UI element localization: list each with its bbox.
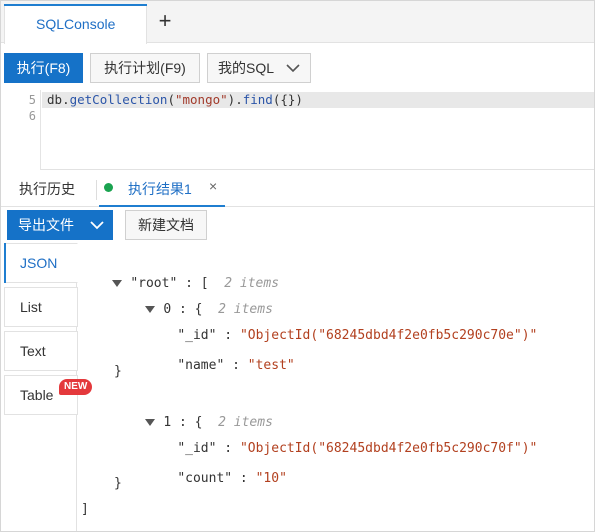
chevron-down-icon	[90, 220, 104, 230]
result-tab-bar: 执行历史 执行结果1 ×	[1, 171, 594, 207]
code-dot: .	[62, 92, 70, 107]
new-document-button[interactable]: 新建文档	[125, 210, 207, 240]
field-separator: :	[232, 471, 256, 486]
code-string: "mongo"	[174, 92, 228, 107]
sql-toolbar: 执行(F8) 执行计划(F9) 我的SQL	[1, 44, 594, 90]
code-function: find	[242, 92, 273, 107]
code-braces: {}	[280, 92, 296, 107]
tab-json-view[interactable]: JSON	[4, 243, 78, 283]
tab-execution-history[interactable]: 执行历史	[19, 179, 75, 199]
execution-plan-button[interactable]: 执行计划(F9)	[90, 53, 200, 83]
view-label: JSON	[20, 255, 58, 271]
tab-table-view[interactable]: Table NEW	[4, 375, 93, 415]
status-dot-icon	[104, 183, 113, 192]
field-value: "10"	[255, 471, 287, 486]
root-close-bracket: ]	[81, 502, 89, 517]
field-separator: :	[224, 358, 248, 373]
tree-node-root[interactable]: "root" : [ 2 items	[81, 254, 279, 291]
line-number: 6	[28, 109, 36, 123]
tree-field[interactable]: "_id" : "ObjectId("68245dbd4f2e0fb5c290c…	[146, 306, 537, 343]
view-label: Table	[20, 387, 54, 403]
code-paren: )	[295, 92, 303, 107]
tree-node-item[interactable]: 0 : { 2 items	[114, 280, 273, 317]
line-number-gutter: 5 6	[1, 90, 41, 170]
tab-list-view[interactable]: List	[4, 287, 78, 327]
chevron-down-icon	[286, 63, 300, 73]
view-label: Text	[20, 343, 46, 359]
node-close-bracket: }	[114, 476, 122, 491]
tree-field[interactable]: "name" : "test"	[146, 336, 294, 373]
tree-field[interactable]: "count" : "10"	[146, 449, 287, 486]
view-label: List	[20, 299, 42, 315]
tab-execution-result[interactable]: 执行结果1 ×	[99, 171, 225, 207]
tree-node-item[interactable]: 1 : { 2 items	[114, 393, 273, 430]
result-toolbar: 导出文件 新建文档	[1, 207, 594, 243]
my-sql-dropdown[interactable]: 我的SQL	[207, 53, 311, 83]
result-tab-label: 执行结果1	[128, 181, 192, 197]
code-editor[interactable]: 5 6 db.getCollection("mongo").find({})	[1, 90, 594, 170]
view-mode-tabs: JSON List Text Table NEW	[1, 243, 93, 531]
field-key: "name"	[177, 358, 225, 373]
field-value: "test"	[247, 358, 295, 373]
active-view-indicator	[4, 243, 6, 283]
code-function: getCollection	[69, 92, 168, 107]
code-dot: .	[235, 92, 243, 107]
tab-sqlconsole[interactable]: SQLConsole	[4, 4, 147, 44]
code-paren: (	[167, 92, 175, 107]
export-file-dropdown[interactable]: 导出文件	[7, 210, 113, 240]
code-object: db	[47, 92, 63, 107]
tree-field[interactable]: "_id" : "ObjectId("68245dbd4f2e0fb5c290c…	[146, 419, 537, 456]
tab-sqlconsole-label: SQLConsole	[36, 16, 116, 32]
code-line[interactable]: db.getCollection("mongo").find({})	[47, 92, 303, 108]
plus-icon[interactable]: +	[153, 9, 177, 35]
my-sql-label: 我的SQL	[218, 60, 275, 76]
line-number: 5	[28, 93, 36, 107]
node-close-bracket: }	[114, 364, 122, 379]
json-tree: "root" : [ 2 items 0 : { 2 items "_id" :…	[78, 243, 594, 531]
console-tab-bar: SQLConsole +	[1, 1, 594, 44]
tab-divider	[96, 180, 97, 200]
field-key: "count"	[177, 471, 233, 486]
active-tab-indicator	[4, 4, 147, 6]
export-file-label: 导出文件	[18, 217, 74, 233]
tab-text-view[interactable]: Text	[4, 331, 78, 371]
close-icon[interactable]: ×	[209, 178, 217, 194]
run-button[interactable]: 执行(F8)	[4, 53, 83, 83]
